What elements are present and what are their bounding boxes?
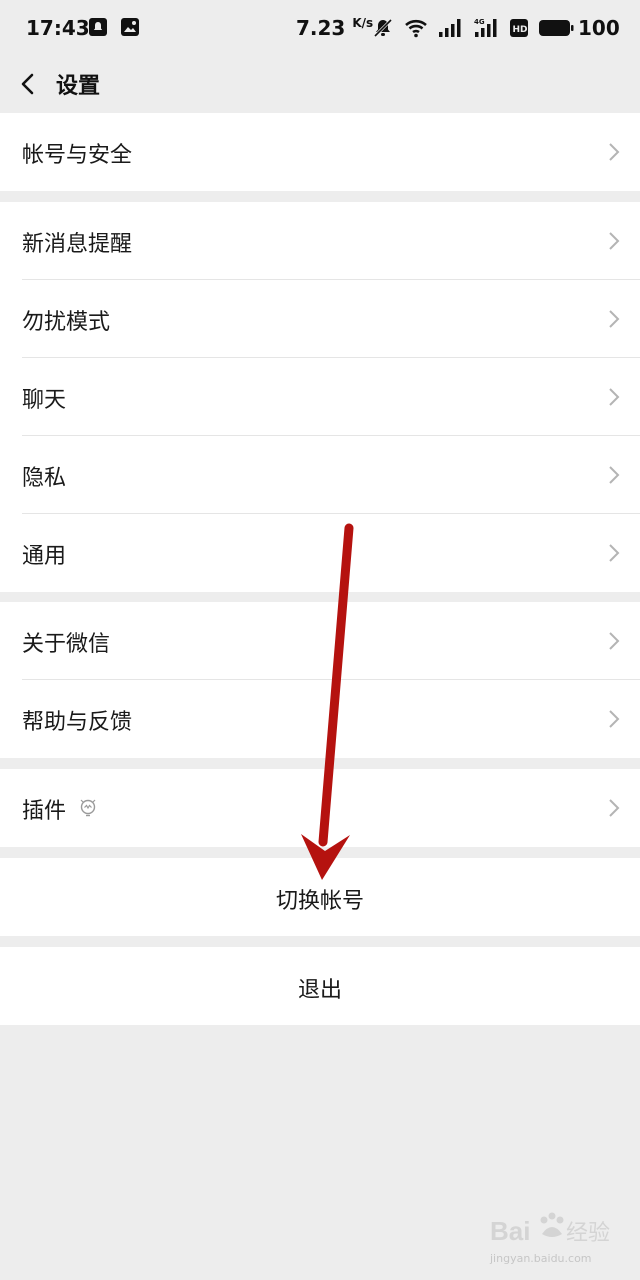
baidu-watermark-logo: Bai 经验	[490, 1212, 610, 1246]
settings-group-main: 新消息提醒 勿扰模式 聊天 隐私 通用	[0, 202, 640, 592]
chevron-right-icon	[609, 544, 620, 562]
svg-text:经验: 经验	[566, 1221, 610, 1246]
notification-icon	[88, 17, 108, 41]
settings-item-new-message-alerts[interactable]: 新消息提醒	[0, 202, 640, 280]
chevron-right-icon	[609, 310, 620, 328]
plugin-bulb-icon	[80, 799, 96, 817]
mute-bell-icon	[372, 17, 394, 43]
settings-group-about: 关于微信 帮助与反馈	[0, 602, 640, 758]
settings-item-label: 聊天	[22, 388, 67, 413]
settings-item-privacy[interactable]: 隐私	[0, 436, 640, 514]
chevron-right-icon	[609, 710, 620, 728]
status-bar: 17:43 7.23 K/s 4G HD 100	[0, 0, 640, 56]
chevron-right-icon	[609, 799, 620, 817]
logout-label: 退出	[297, 978, 342, 1003]
battery-icon	[538, 19, 574, 41]
wifi-icon	[404, 17, 430, 43]
settings-item-label: 通用	[22, 544, 67, 569]
switch-account-label: 切换帐号	[275, 889, 364, 914]
signal-icon	[438, 17, 464, 43]
settings-item-label: 新消息提醒	[22, 232, 133, 257]
battery-level: 100	[578, 16, 620, 40]
settings-item-about-wechat[interactable]: 关于微信	[0, 602, 640, 680]
settings-item-label: 帐号与安全	[22, 143, 133, 168]
settings-item-help-feedback[interactable]: 帮助与反馈	[0, 680, 640, 758]
settings-item-label: 帮助与反馈	[22, 710, 133, 735]
title-bar: 设置	[0, 56, 640, 112]
gallery-icon	[120, 17, 140, 41]
settings-item-label: 关于微信	[22, 632, 111, 657]
settings-item-label: 插件	[22, 799, 67, 824]
settings-group-account: 帐号与安全	[0, 113, 640, 191]
status-time: 17:43	[26, 16, 90, 40]
hd-icon: HD	[508, 17, 530, 43]
back-button[interactable]	[12, 64, 48, 104]
chevron-left-icon	[21, 73, 34, 95]
svg-text:Bai: Bai	[490, 1216, 530, 1246]
page-title: 设置	[56, 74, 101, 99]
switch-account-button[interactable]: 切换帐号	[0, 858, 640, 936]
signal-4g-icon: 4G	[472, 17, 500, 43]
chevron-right-icon	[609, 466, 620, 484]
settings-item-plugins[interactable]: 插件	[0, 769, 640, 847]
settings-item-general[interactable]: 通用	[0, 514, 640, 592]
chevron-right-icon	[609, 388, 620, 406]
settings-item-account-security[interactable]: 帐号与安全	[0, 113, 640, 191]
svg-text:4G: 4G	[474, 18, 485, 26]
chevron-right-icon	[609, 232, 620, 250]
chevron-right-icon	[609, 632, 620, 650]
settings-item-label: 勿扰模式	[22, 310, 111, 335]
watermark-url: jingyan.baidu.com	[490, 1252, 592, 1265]
svg-text:HD: HD	[513, 25, 528, 35]
logout-button[interactable]: 退出	[0, 947, 640, 1025]
settings-item-chat[interactable]: 聊天	[0, 358, 640, 436]
settings-item-label: 隐私	[22, 466, 67, 491]
settings-group-plugins: 插件	[0, 769, 640, 847]
settings-item-do-not-disturb[interactable]: 勿扰模式	[0, 280, 640, 358]
network-speed: 7.23 K/s	[296, 16, 374, 40]
chevron-right-icon	[609, 143, 620, 161]
